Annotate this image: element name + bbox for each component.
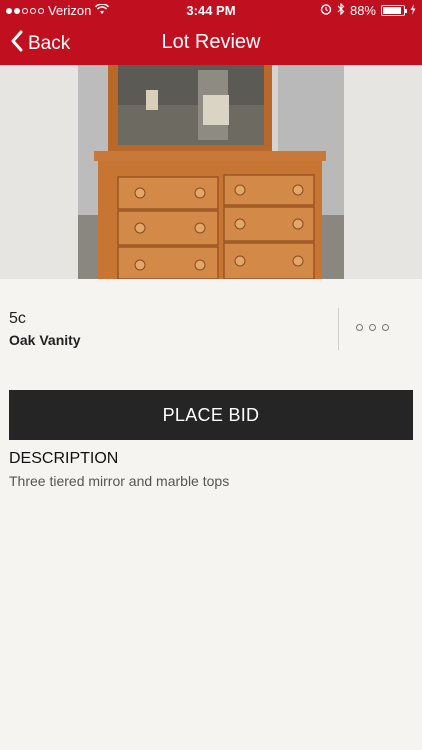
alarm-icon bbox=[320, 3, 332, 18]
bluetooth-icon bbox=[337, 2, 345, 18]
divider bbox=[338, 308, 339, 350]
navigation-bar: Back Lot Review bbox=[0, 21, 422, 65]
description-text: Three tiered mirror and marble tops bbox=[9, 473, 230, 489]
status-right: 88% bbox=[320, 2, 416, 18]
place-bid-button[interactable]: PLACE BID bbox=[9, 390, 413, 440]
battery-percent: 88% bbox=[349, 3, 376, 18]
more-icon[interactable] bbox=[356, 324, 389, 331]
battery-fill bbox=[383, 7, 401, 14]
lot-photo-area bbox=[0, 65, 422, 279]
charging-icon bbox=[410, 3, 416, 18]
lot-number: 5c bbox=[9, 310, 26, 327]
description-heading: DESCRIPTION bbox=[9, 450, 119, 467]
lot-name: Oak Vanity bbox=[9, 332, 81, 348]
lot-info-row: 5c Oak Vanity bbox=[0, 306, 422, 354]
page-title: Lot Review bbox=[161, 31, 261, 53]
status-bar: Verizon 3:44 PM 88% bbox=[0, 0, 422, 21]
battery-icon bbox=[381, 5, 407, 16]
lot-photo[interactable] bbox=[78, 65, 344, 279]
